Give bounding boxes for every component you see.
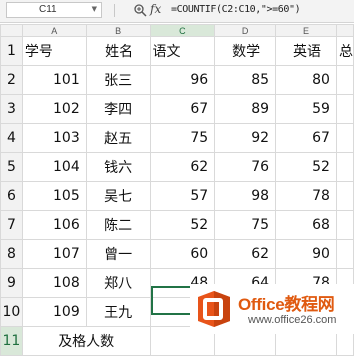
watermark: Office教程网 www.office26.com [190, 284, 354, 334]
cell[interactable]: 98 [214, 181, 277, 211]
cell[interactable]: 曾一 [85, 239, 151, 269]
cell[interactable] [335, 94, 354, 124]
cell[interactable]: 李四 [85, 94, 151, 124]
cell[interactable]: 80 [275, 65, 337, 95]
cell[interactable]: 62 [149, 152, 216, 182]
row-number[interactable]: 4 [0, 123, 23, 153]
cell[interactable]: 姓名 [85, 36, 151, 66]
cell[interactable]: 数学 [214, 36, 277, 66]
table-row: 4 103 赵五 75 92 67 [0, 123, 354, 153]
cell[interactable]: 106 [21, 210, 87, 240]
cell[interactable]: 107 [21, 239, 87, 269]
cell[interactable]: 赵五 [85, 123, 151, 153]
cell[interactable]: 62 [214, 239, 277, 269]
table-row: 1 学号 姓名 语文 数学 英语 总 [0, 36, 354, 66]
cell[interactable] [335, 181, 354, 211]
cell[interactable]: 60 [149, 239, 216, 269]
cell[interactable] [335, 123, 354, 153]
cell[interactable] [335, 65, 354, 95]
cell[interactable]: 王九 [85, 297, 151, 327]
pass-count-label[interactable]: 及格人数 [21, 326, 151, 356]
cell[interactable]: 52 [275, 152, 337, 182]
cell[interactable]: 76 [214, 152, 277, 182]
cell[interactable] [335, 210, 354, 240]
formula-bar: C11 ▼ fx =COUNTIF(C2:C10,">=60") [0, 0, 354, 23]
cell-reference: C11 [39, 4, 57, 15]
cell[interactable]: 吴七 [85, 181, 151, 211]
select-all-corner[interactable] [0, 24, 23, 37]
table-row: 8 107 曾一 60 62 90 [0, 239, 354, 269]
fx-icon[interactable]: fx [150, 2, 161, 16]
cell[interactable]: 103 [21, 123, 87, 153]
cell[interactable]: 89 [214, 94, 277, 124]
row-number[interactable]: 5 [0, 152, 23, 182]
row-number[interactable]: 9 [0, 268, 23, 298]
cell[interactable]: 67 [149, 94, 216, 124]
cell[interactable]: 钱六 [85, 152, 151, 182]
cell[interactable]: 90 [275, 239, 337, 269]
chevron-down-icon[interactable]: ▼ [92, 5, 97, 13]
name-box[interactable]: C11 ▼ [6, 2, 102, 18]
cell[interactable]: 108 [21, 268, 87, 298]
cell[interactable]: 总 [335, 36, 354, 66]
cell[interactable]: 105 [21, 181, 87, 211]
cell[interactable]: 郑八 [85, 268, 151, 298]
cell[interactable]: 75 [214, 210, 277, 240]
row-number[interactable]: 1 [0, 36, 23, 66]
cell[interactable]: 109 [21, 297, 87, 327]
column-header-f[interactable] [335, 24, 354, 37]
cell[interactable]: 102 [21, 94, 87, 124]
row-number[interactable]: 3 [0, 94, 23, 124]
cell[interactable]: 75 [149, 123, 216, 153]
column-header-d[interactable]: D [214, 24, 277, 37]
cell[interactable]: 52 [149, 210, 216, 240]
cell[interactable]: 张三 [85, 65, 151, 95]
cell[interactable] [335, 152, 354, 182]
table-row: 3 102 李四 67 89 59 [0, 94, 354, 124]
cell[interactable]: 学号 [21, 36, 87, 66]
cell[interactable]: 85 [214, 65, 277, 95]
formula-input[interactable]: =COUNTIF(C2:C10,">=60") [171, 4, 301, 15]
watermark-url: www.office26.com [248, 314, 337, 326]
cell[interactable]: 68 [275, 210, 337, 240]
cell[interactable]: 英语 [275, 36, 337, 66]
cell[interactable]: 陈二 [85, 210, 151, 240]
column-header-c[interactable]: C [149, 24, 216, 37]
cell[interactable]: 67 [275, 123, 337, 153]
cell[interactable]: 57 [149, 181, 216, 211]
column-header-row: A B C D E [0, 24, 354, 37]
cell[interactable]: 104 [21, 152, 87, 182]
row-number[interactable]: 11 [0, 326, 23, 356]
cell[interactable]: 92 [214, 123, 277, 153]
row-number[interactable]: 2 [0, 65, 23, 95]
office-logo-icon [198, 291, 230, 327]
table-row: 6 105 吴七 57 98 78 [0, 181, 354, 211]
row-number[interactable]: 7 [0, 210, 23, 240]
cell[interactable]: 96 [149, 65, 216, 95]
cell[interactable] [335, 239, 354, 269]
cell[interactable]: 101 [21, 65, 87, 95]
table-row: 7 106 陈二 52 75 68 [0, 210, 354, 240]
cell[interactable]: 78 [275, 181, 337, 211]
watermark-title: Office教程网 [238, 295, 335, 314]
table-row: 5 104 钱六 62 76 52 [0, 152, 354, 182]
row-number[interactable]: 8 [0, 239, 23, 269]
zoom-icon[interactable] [133, 3, 147, 17]
cell[interactable]: 59 [275, 94, 337, 124]
divider [114, 4, 115, 17]
row-number[interactable]: 6 [0, 181, 23, 211]
column-header-a[interactable]: A [21, 24, 87, 37]
column-header-b[interactable]: B [85, 24, 151, 37]
column-header-e[interactable]: E [275, 24, 337, 37]
row-number[interactable]: 10 [0, 297, 23, 327]
table-row: 2 101 张三 96 85 80 [0, 65, 354, 95]
cell[interactable]: 语文 [149, 36, 216, 66]
